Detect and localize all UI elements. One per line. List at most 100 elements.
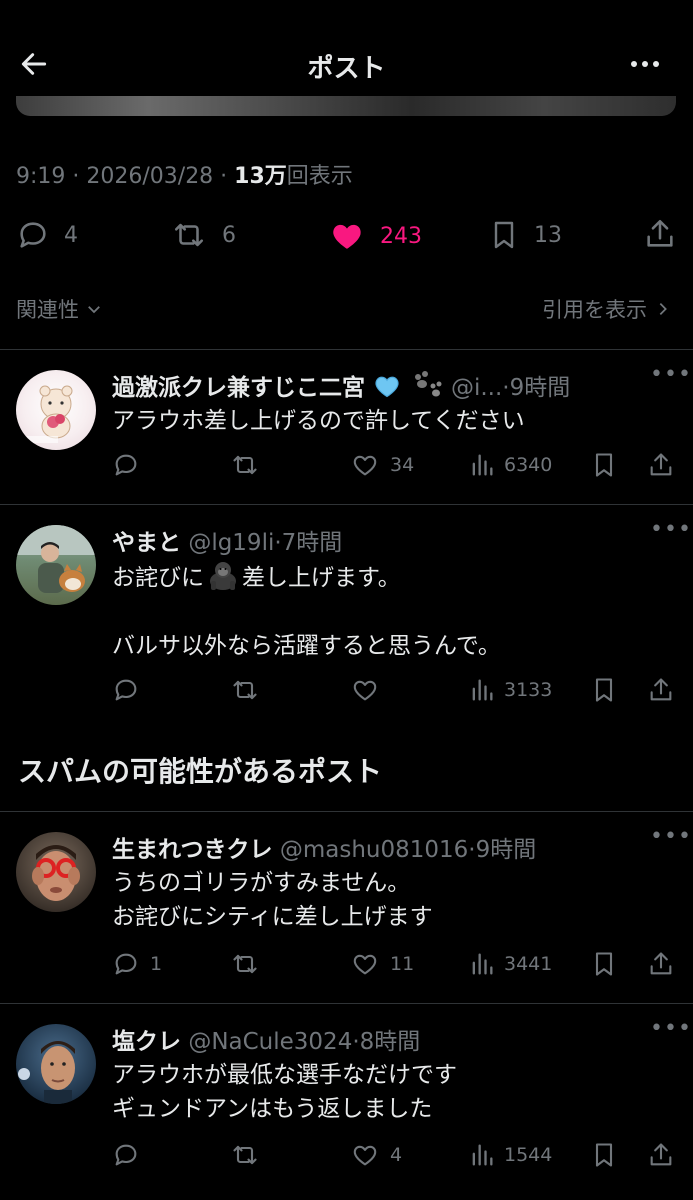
- bookmark-button[interactable]: [590, 1141, 618, 1169]
- reply-item[interactable]: やまと @lg19li·7時間 ••• お詫びに 差し上げます。 バルサ以外なら活…: [0, 505, 693, 730]
- avatar[interactable]: [16, 525, 96, 605]
- avatar[interactable]: [16, 832, 96, 912]
- bookmark-stat[interactable]: 13: [488, 218, 562, 252]
- share-button[interactable]: [647, 676, 675, 704]
- reply-header: 生まれつきクレ @mashu081016·9時間: [112, 830, 536, 864]
- reply-count: 4: [64, 222, 78, 248]
- bookmark-button[interactable]: [590, 676, 618, 704]
- like-stat[interactable]: 243: [328, 218, 422, 254]
- view-count: 1544: [504, 1144, 553, 1166]
- like-button[interactable]: 34: [350, 451, 414, 479]
- display-name[interactable]: 生まれつきクレ: [112, 837, 273, 863]
- like-button[interactable]: 4: [350, 1141, 402, 1169]
- view-count: 13万: [234, 164, 287, 189]
- reply-text: アラウホが最低な選手なだけです ギュンドアンはもう返しました: [112, 1062, 457, 1122]
- more-options-icon[interactable]: •••: [650, 824, 692, 849]
- view-count: 3133: [504, 679, 553, 701]
- repost-icon: [230, 1141, 260, 1169]
- post-timestamp: 9:19 · 2026/03/28 ·: [16, 164, 235, 189]
- heart-icon: [350, 676, 380, 704]
- reply-item[interactable]: 生まれつきクレ @mashu081016·9時間 ••• うちのゴリラがすみませ…: [0, 812, 693, 1002]
- user-handle[interactable]: @lg19li: [188, 530, 274, 556]
- view-quotes-label: 引用を表示: [542, 298, 647, 322]
- sort-dropdown[interactable]: 関連性: [16, 294, 103, 324]
- heart-emoji-icon: [372, 372, 402, 400]
- repost-button[interactable]: [230, 676, 270, 704]
- reply-text: お詫びに 差し上げます。 バルサ以外なら活躍すると思うんで。: [112, 559, 672, 663]
- reply-text: うちのゴリラがすみません。 お詫びにシティに差し上げます: [112, 870, 433, 930]
- views-button[interactable]: 6340: [468, 451, 552, 479]
- share-icon: [647, 950, 675, 978]
- avatar[interactable]: [16, 1024, 96, 1104]
- more-options-icon[interactable]: •••: [650, 517, 692, 542]
- page-title: ポスト: [307, 54, 386, 84]
- bookmark-button[interactable]: [590, 950, 618, 978]
- reply-item[interactable]: 過激派クレ兼すじこ二宮 @i...·9時間 ••• アラウホ差し上げるので許して…: [0, 350, 693, 504]
- views-button[interactable]: 1544: [468, 1141, 552, 1169]
- bookmark-button[interactable]: [590, 451, 618, 479]
- like-button[interactable]: [350, 676, 390, 704]
- bookmark-icon: [590, 950, 618, 978]
- comment-icon: [16, 218, 50, 252]
- reply-button[interactable]: [112, 676, 150, 704]
- reply-stat[interactable]: 4: [16, 218, 78, 252]
- bookmark-icon: [590, 1141, 618, 1169]
- repost-button[interactable]: [230, 1141, 270, 1169]
- reply-item[interactable]: 塩クレ @NaCule3024·8時間 ••• アラウホが最低な選手なだけです …: [0, 1004, 693, 1200]
- user-handle[interactable]: @NaCule3024: [188, 1029, 352, 1055]
- comment-icon: [112, 451, 140, 479]
- reply-time: ·8時間: [352, 1029, 421, 1055]
- reply-time: ·9時間: [502, 375, 571, 401]
- heart-icon: [350, 451, 380, 479]
- like-button[interactable]: 11: [350, 950, 414, 978]
- reply-actions: 1 11 3441: [112, 950, 677, 980]
- view-quotes-link[interactable]: 引用を表示: [542, 294, 671, 324]
- post-image-bottom[interactable]: [16, 96, 676, 116]
- share-button[interactable]: [647, 1141, 675, 1169]
- view-label: 回表示: [286, 164, 353, 189]
- reply-button[interactable]: [112, 1141, 150, 1169]
- reply-header: 塩クレ @NaCule3024·8時間: [112, 1022, 420, 1056]
- reply-actions: 3133: [112, 676, 677, 706]
- repost-icon: [230, 950, 260, 978]
- more-options-icon[interactable]: [628, 48, 662, 78]
- reply-time: ·9時間: [468, 837, 537, 863]
- more-options-icon[interactable]: •••: [650, 1016, 692, 1041]
- repost-icon: [170, 218, 208, 252]
- bookmark-icon: [590, 451, 618, 479]
- share-icon[interactable]: [643, 216, 677, 252]
- bar-chart-icon: [468, 1141, 496, 1169]
- share-button[interactable]: [647, 451, 675, 479]
- reply-button[interactable]: 1: [112, 950, 162, 978]
- bar-chart-icon: [468, 451, 496, 479]
- comment-icon: [112, 676, 140, 704]
- heart-icon: [350, 950, 380, 978]
- post-meta: 9:19 · 2026/03/28 · 13万回表示: [16, 158, 353, 190]
- user-handle[interactable]: @mashu081016: [280, 837, 468, 863]
- like-count: 11: [390, 953, 415, 975]
- repost-button[interactable]: [230, 451, 270, 479]
- like-count: 4: [390, 1144, 403, 1166]
- reply-button[interactable]: [112, 451, 150, 479]
- share-button[interactable]: [647, 950, 675, 978]
- display-name[interactable]: やまと: [112, 530, 181, 556]
- share-icon: [647, 676, 675, 704]
- views-button[interactable]: 3441: [468, 950, 552, 978]
- user-handle[interactable]: @i...: [451, 375, 502, 401]
- view-count: 6340: [504, 454, 553, 476]
- reply-actions: 4 1544: [112, 1141, 677, 1171]
- repost-button[interactable]: [230, 950, 270, 978]
- reply-count: 1: [150, 953, 163, 975]
- repost-count: 6: [222, 222, 236, 248]
- share-icon: [647, 1141, 675, 1169]
- display-name[interactable]: 塩クレ: [112, 1029, 181, 1055]
- avatar[interactable]: [16, 370, 96, 450]
- repost-stat[interactable]: 6: [170, 218, 236, 252]
- views-button[interactable]: 3133: [468, 676, 552, 704]
- share-icon: [647, 451, 675, 479]
- sort-label: 関連性: [16, 298, 79, 322]
- reply-actions: 34 6340: [112, 451, 677, 481]
- bookmark-icon: [488, 218, 520, 252]
- more-options-icon[interactable]: •••: [650, 362, 692, 387]
- display-name[interactable]: 過激派クレ兼すじこ二宮: [112, 375, 365, 401]
